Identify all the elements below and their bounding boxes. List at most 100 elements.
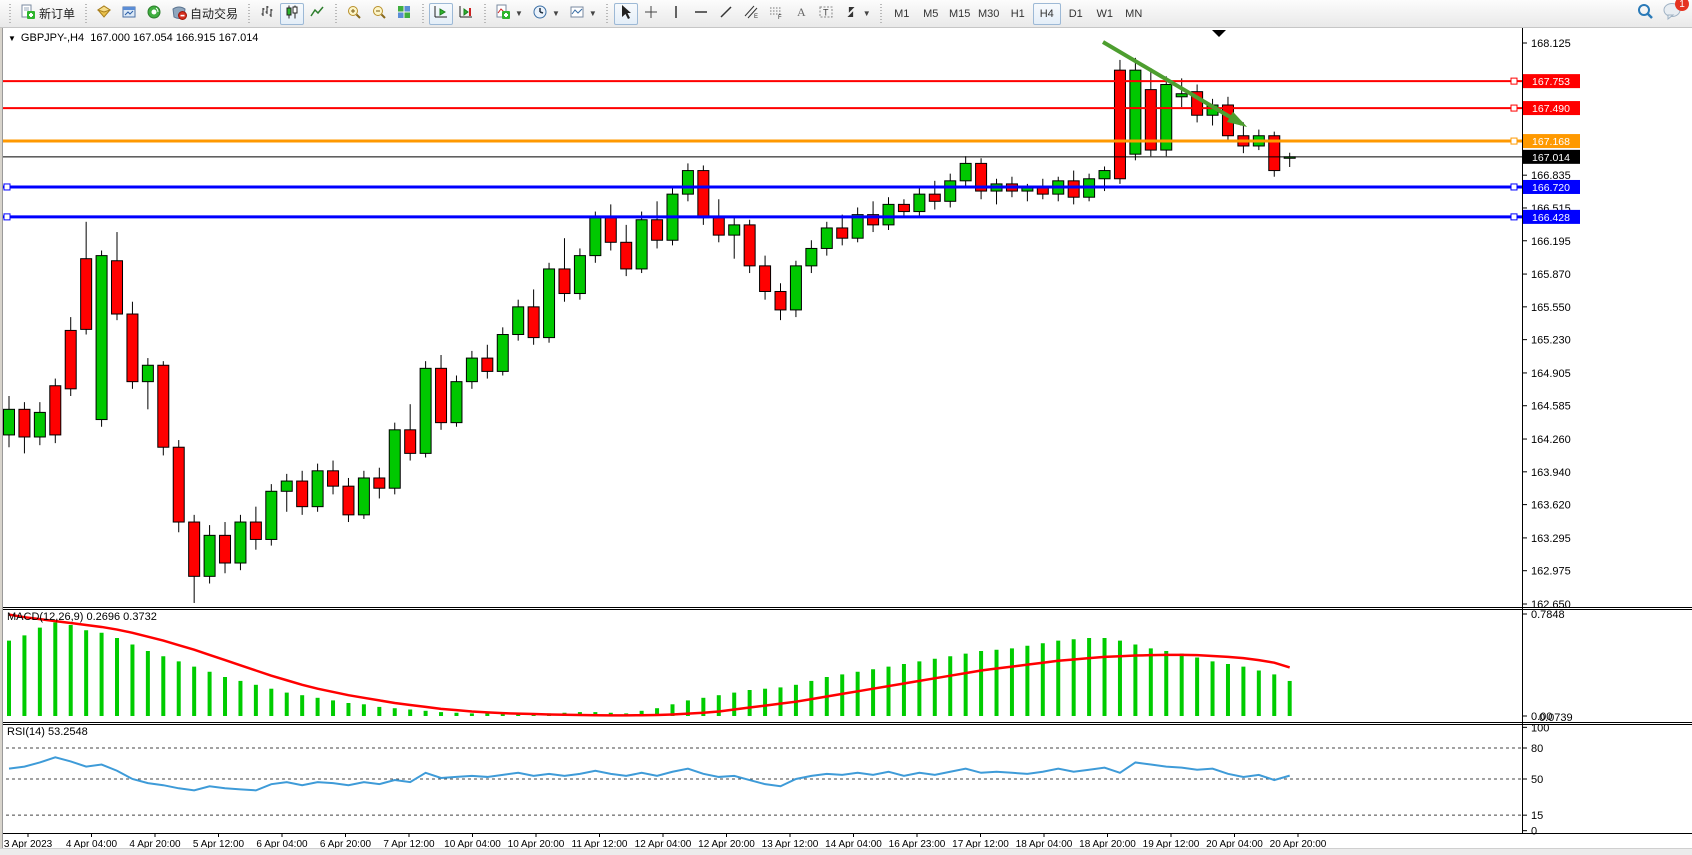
candle-bearish (189, 522, 200, 576)
price-tick-label: 164.905 (1531, 368, 1571, 380)
price-tick-label: 168.125 (1531, 38, 1571, 50)
candle-bearish (1114, 70, 1125, 179)
candle-bullish (729, 225, 740, 235)
candle-bullish (945, 181, 956, 201)
price-tick-label: 163.620 (1531, 500, 1571, 512)
candle-bullish (235, 522, 246, 563)
candle-bearish (405, 430, 416, 454)
candle-bullish (960, 163, 971, 180)
price-tick-label: 162.975 (1531, 566, 1571, 578)
candle-bullish (821, 228, 832, 248)
price-level-label-text: 167.014 (1532, 152, 1570, 164)
candle-bullish (466, 358, 477, 382)
macd-axis-max-label: 0.7848 (1531, 609, 1565, 621)
candle-bullish (312, 471, 323, 507)
price-level-label-text: 166.720 (1532, 182, 1570, 194)
candle-bearish (559, 269, 570, 294)
price-tick-label: 166.195 (1531, 236, 1571, 248)
price-tick-label: 164.260 (1531, 434, 1571, 446)
line-handle (1511, 78, 1517, 84)
candle-bullish (806, 248, 817, 265)
price-tick-label: 163.940 (1531, 467, 1571, 479)
candle-bearish (528, 307, 539, 338)
line-handle (1511, 105, 1517, 111)
line-handle (1511, 184, 1517, 190)
candle-bearish (775, 291, 786, 309)
chart-canvas[interactable]: 168.125166.835166.515166.195165.870165.5… (0, 0, 1692, 855)
mt4-window: 新订单 自动交易 (0, 0, 1692, 855)
candle-bearish (698, 171, 709, 218)
price-level-label-text: 167.753 (1532, 76, 1570, 88)
rsi-axis-label: 100 (1531, 722, 1549, 734)
candle-bearish (250, 522, 261, 539)
candle-bullish (266, 491, 277, 539)
rsi-axis-label: 0 (1531, 826, 1537, 838)
rsi-axis-label: 50 (1531, 774, 1543, 786)
candle-bearish (50, 386, 61, 435)
candle-bearish (837, 228, 848, 238)
candle-bearish (112, 261, 123, 314)
candle-bearish (605, 218, 616, 243)
candle-bullish (790, 266, 801, 310)
candle-bearish (173, 447, 184, 522)
candle-bearish (929, 194, 940, 201)
price-level-label-text: 167.490 (1532, 103, 1570, 115)
candle-bearish (328, 471, 339, 486)
candle-bullish (590, 218, 601, 256)
candle-bullish (513, 307, 524, 335)
price-tick-label: 165.230 (1531, 335, 1571, 347)
macd-label: MACD(12,26,9) 0.2696 0.3732 (7, 611, 157, 623)
candle-bullish (682, 171, 693, 195)
candle-bullish (420, 368, 431, 453)
candle-bearish (127, 314, 138, 382)
symbol-ohlc-text: GBPJPY-,H4 167.000 167.054 166.915 167.0… (21, 32, 259, 44)
line-handle (1511, 138, 1517, 144)
candle-bearish (744, 225, 755, 266)
candle-bullish (544, 269, 555, 338)
line-handle (4, 214, 10, 220)
candle-bullish (574, 256, 585, 294)
candle-bearish (652, 220, 663, 240)
candle-bearish (374, 478, 385, 488)
line-handle (1511, 214, 1517, 220)
candle-bearish (81, 259, 92, 330)
candle-bullish (914, 194, 925, 211)
candle-bullish (1099, 171, 1110, 179)
candle-bullish (883, 204, 894, 224)
candle-bullish (389, 430, 400, 488)
price-tick-label: 165.550 (1531, 302, 1571, 314)
candle-bullish (4, 409, 15, 435)
rsi-label: RSI(14) 53.2548 (7, 726, 88, 738)
candle-bullish (358, 478, 369, 515)
candle-bullish (636, 220, 647, 269)
candle-bearish (760, 266, 771, 292)
candle-bearish (621, 242, 632, 269)
candle-bullish (34, 412, 45, 437)
candle-bullish (142, 365, 153, 381)
window-left-edge (0, 28, 3, 848)
candle-bearish (343, 486, 354, 515)
candle-bullish (451, 382, 462, 423)
candle-bearish (482, 358, 493, 371)
price-tick-label: 163.295 (1531, 533, 1571, 545)
candle-bearish (158, 365, 169, 447)
candle-bearish (436, 368, 447, 422)
symbol-dropdown-icon[interactable]: ▼ (8, 34, 16, 43)
price-tick-label: 165.870 (1531, 269, 1571, 281)
price-level-label-text: 166.428 (1532, 212, 1570, 224)
candle-bullish (497, 335, 508, 372)
price-level-label-text: 167.168 (1532, 136, 1570, 148)
candle-bullish (96, 256, 107, 420)
candle-bearish (1068, 181, 1079, 197)
symbol-ohlc-label[interactable]: ▼ GBPJPY-,H4 167.000 167.054 166.915 167… (8, 32, 258, 44)
candle-bullish (1176, 94, 1187, 97)
rsi-axis-label: 80 (1531, 743, 1543, 755)
candle-bearish (220, 535, 231, 563)
candle-bullish (204, 535, 215, 576)
candle-bearish (19, 409, 30, 437)
candle-bearish (898, 204, 909, 211)
window-bottom-edge (0, 848, 1692, 855)
rsi-axis-label: 15 (1531, 810, 1543, 822)
line-handle (4, 184, 10, 190)
candle-bearish (297, 481, 308, 507)
